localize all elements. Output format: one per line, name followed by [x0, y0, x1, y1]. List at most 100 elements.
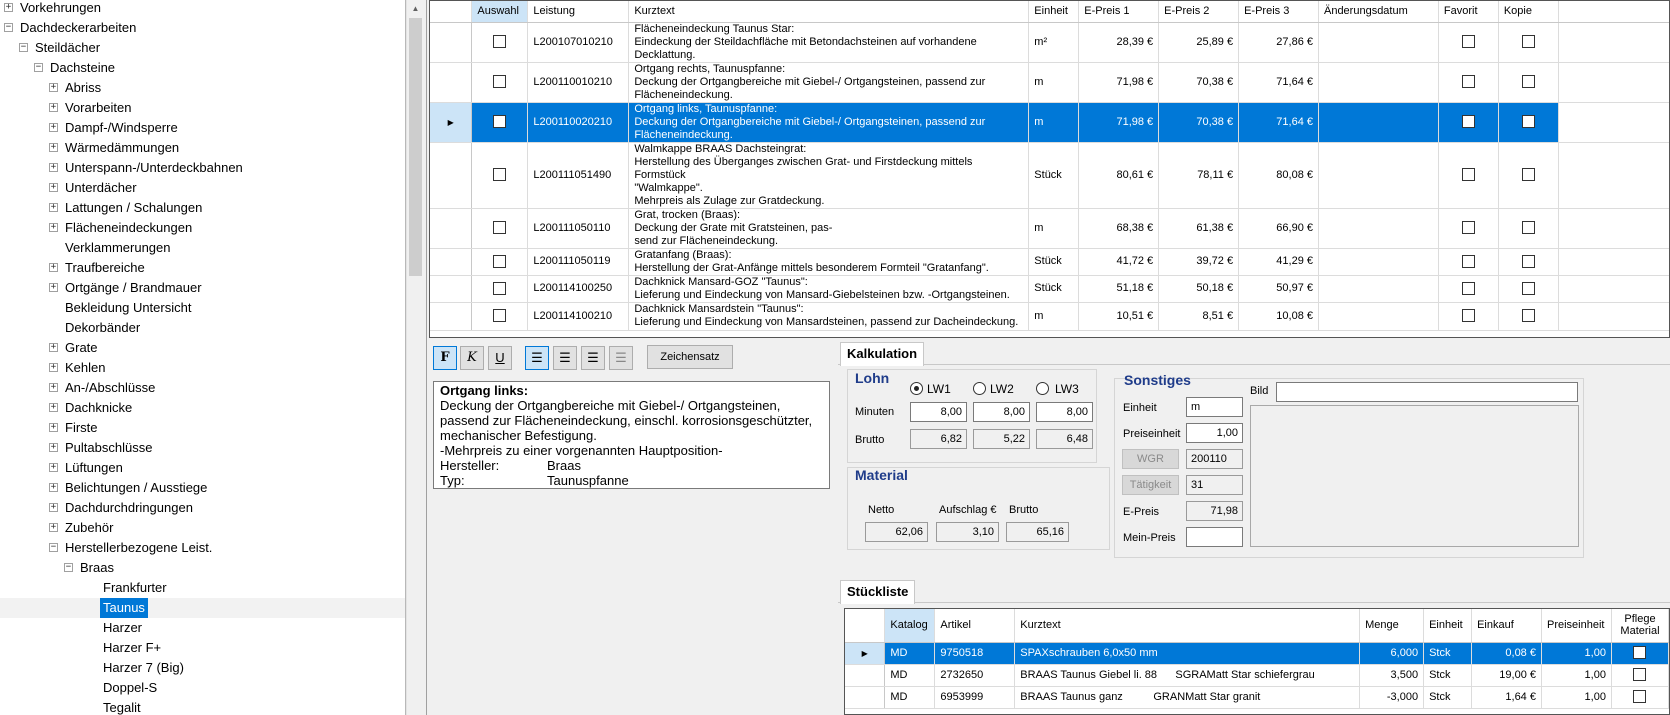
tree-item[interactable]: + Wärmedämmungen	[0, 138, 405, 158]
col-menge[interactable]: Menge	[1359, 609, 1425, 643]
tree-item[interactable]: Harzer 7 (Big)	[0, 658, 405, 678]
wgr-button[interactable]: WGR	[1122, 449, 1179, 469]
kopie-checkbox[interactable]	[1521, 35, 1535, 49]
col-aenderungsdatum[interactable]: Änderungsdatum	[1318, 1, 1439, 23]
grid-row[interactable]: L200107010210 Flächeneindeckung Taunus St…	[430, 22, 1669, 63]
splitter[interactable]	[423, 0, 427, 715]
tree-item[interactable]: + Kehlen	[0, 358, 405, 378]
auswahl-checkbox[interactable]	[493, 281, 507, 295]
collapse-icon[interactable]: −	[64, 563, 73, 572]
grid-row[interactable]: L200111050119 Gratanfang (Braas): Herstel…	[430, 248, 1669, 276]
expand-icon[interactable]: +	[49, 103, 58, 112]
preiseinheit-input[interactable]: 1,00	[1186, 423, 1243, 443]
auswahl-checkbox[interactable]	[493, 75, 507, 89]
kopie-checkbox[interactable]	[1521, 75, 1535, 89]
align-right-button[interactable]: ☰	[581, 346, 605, 370]
expand-icon[interactable]: +	[49, 443, 58, 452]
align-left-button[interactable]: ☰	[525, 346, 549, 370]
tree-item[interactable]: + Ortgänge / Brandmauer	[0, 278, 405, 298]
col-einheit[interactable]: Einheit	[1028, 1, 1080, 23]
collapse-icon[interactable]: −	[49, 543, 58, 552]
tree-item[interactable]: + Grate	[0, 338, 405, 358]
tree-scrollbar[interactable]: ▲	[406, 0, 423, 715]
favorit-checkbox[interactable]	[1461, 35, 1475, 49]
tree-item[interactable]: + Firste	[0, 418, 405, 438]
leistungen-grid[interactable]: Auswahl Leistung Kurztext Einheit E-Prei…	[429, 0, 1670, 338]
auswahl-checkbox[interactable]	[493, 309, 507, 323]
grid-row[interactable]: L200111051490 Walmkappe BRAAS Dachsteingr…	[430, 142, 1669, 209]
pflege-material-checkbox[interactable]	[1633, 668, 1647, 682]
lw1-radio[interactable]	[910, 382, 923, 395]
tree-item[interactable]: + Lattungen / Schalungen	[0, 198, 405, 218]
expand-icon[interactable]: +	[49, 143, 58, 152]
underline-button[interactable]: U	[488, 346, 512, 370]
langtext-editor[interactable]: Ortgang links: Deckung der Ortgangbereic…	[433, 381, 830, 489]
align-center-button[interactable]: ☰	[553, 346, 577, 370]
favorit-checkbox[interactable]	[1461, 281, 1475, 295]
pflege-material-checkbox[interactable]	[1633, 646, 1647, 660]
tree-item[interactable]: Dekorbänder	[0, 318, 405, 338]
col-kopie[interactable]: Kopie	[1498, 1, 1559, 23]
minuten-lw1-input[interactable]: 8,00	[910, 402, 967, 422]
favorit-checkbox[interactable]	[1461, 254, 1475, 268]
tree-item[interactable]: + Belichtungen / Ausstiege	[0, 478, 405, 498]
tree-item[interactable]: + An-/Abschlüsse	[0, 378, 405, 398]
grid-row[interactable]: L200110010210 Ortgang rechts, Taunuspfann…	[430, 62, 1669, 103]
tree-item[interactable]: Harzer F+	[0, 638, 405, 658]
scroll-up-icon[interactable]: ▲	[407, 0, 424, 17]
einheit-input[interactable]: m	[1186, 397, 1243, 417]
tree-item[interactable]: Taunus	[0, 598, 405, 618]
auswahl-checkbox[interactable]	[493, 254, 507, 268]
expand-icon[interactable]: +	[49, 363, 58, 372]
kopie-checkbox[interactable]	[1521, 254, 1535, 268]
col-s-einheit[interactable]: Einheit	[1423, 609, 1473, 643]
italic-button[interactable]: K	[460, 346, 484, 370]
stueckliste-row[interactable]: MD 6953999 BRAAS Taunus ganz GRANMatt Star…	[845, 686, 1669, 709]
collapse-icon[interactable]: −	[19, 43, 28, 52]
kopie-checkbox[interactable]	[1521, 168, 1535, 182]
col-favorit[interactable]: Favorit	[1438, 1, 1499, 23]
bold-button[interactable]: F	[433, 346, 457, 370]
favorit-checkbox[interactable]	[1461, 168, 1475, 182]
minuten-lw3-input[interactable]: 8,00	[1036, 402, 1093, 422]
stueckliste-grid[interactable]: Katalog Artikel Kurztext Menge Einheit E…	[844, 608, 1670, 715]
tree-item[interactable]: + Flächeneindeckungen	[0, 218, 405, 238]
auswahl-checkbox[interactable]	[493, 115, 507, 129]
tree-item[interactable]: − Dachdeckerarbeiten	[0, 18, 405, 38]
tree-item[interactable]: + Lüftungen	[0, 458, 405, 478]
tree-item[interactable]: + Dachdurchdringungen	[0, 498, 405, 518]
collapse-icon[interactable]: −	[4, 23, 13, 32]
tree-item[interactable]: − Braas	[0, 558, 405, 578]
expand-icon[interactable]: +	[49, 83, 58, 92]
taetigkeit-button[interactable]: Tätigkeit	[1122, 475, 1179, 495]
expand-icon[interactable]: +	[4, 3, 13, 12]
col-einkauf[interactable]: Einkauf	[1471, 609, 1542, 643]
auswahl-checkbox[interactable]	[493, 168, 507, 182]
lw2-radio[interactable]	[973, 382, 986, 395]
col-s-kurztext[interactable]: Kurztext	[1014, 609, 1361, 643]
tree-item[interactable]: − Steildächer	[0, 38, 405, 58]
stueckliste-row[interactable]: ▶ MD 9750518 SPAXschrauben 6,0x50 mm 6,000 St…	[845, 642, 1669, 665]
tree-item[interactable]: Harzer	[0, 618, 405, 638]
stueckliste-row[interactable]: MD 2732650 BRAAS Taunus Giebel li. 88 SGRA…	[845, 664, 1669, 687]
tree-item[interactable]: + Zubehör	[0, 518, 405, 538]
col-katalog[interactable]: Katalog	[884, 609, 936, 643]
expand-icon[interactable]: +	[49, 163, 58, 172]
expand-icon[interactable]: +	[49, 523, 58, 532]
tree-item[interactable]: + Dachknicke	[0, 398, 405, 418]
expand-icon[interactable]: +	[49, 343, 58, 352]
col-auswahl[interactable]: Auswahl	[471, 1, 529, 23]
tree-item[interactable]: Doppel-S	[0, 678, 405, 698]
kopie-checkbox[interactable]	[1521, 309, 1535, 323]
tree-item[interactable]: + Pultabschlüsse	[0, 438, 405, 458]
tree-item[interactable]: + Abriss	[0, 78, 405, 98]
tree-item[interactable]: − Dachsteine	[0, 58, 405, 78]
grid-row[interactable]: ▶ L200110020210 Ortgang links, Taunuspfann…	[430, 102, 1669, 143]
tree-item[interactable]: Bekleidung Untersicht	[0, 298, 405, 318]
expand-icon[interactable]: +	[49, 423, 58, 432]
pflege-material-checkbox[interactable]	[1633, 690, 1647, 704]
tree-item[interactable]: + Vorarbeiten	[0, 98, 405, 118]
expand-icon[interactable]: +	[49, 383, 58, 392]
zeichensatz-button[interactable]: Zeichensatz	[647, 345, 733, 369]
tree-item[interactable]: − Herstellerbezogene Leist.	[0, 538, 405, 558]
